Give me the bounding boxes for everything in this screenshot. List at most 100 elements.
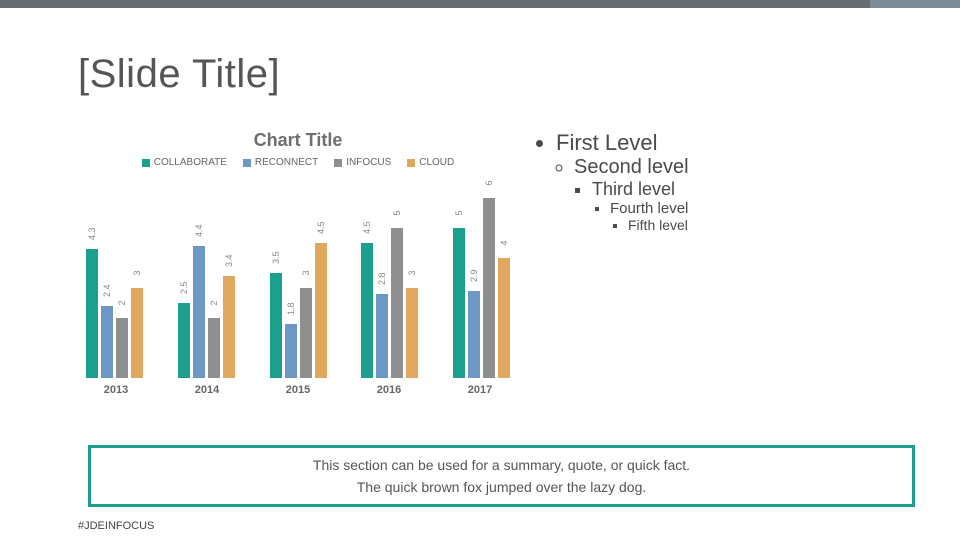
bar-wrap: 4.3	[86, 229, 98, 378]
summary-line: The quick brown fox jumped over the lazy…	[357, 476, 647, 498]
bar-value-label: 4.4	[194, 225, 204, 237]
bar-value-label: 2	[117, 297, 127, 309]
bar	[131, 288, 143, 378]
bar-value-label: 6	[484, 177, 494, 189]
bar	[391, 228, 403, 378]
bar	[453, 228, 465, 378]
bar-group: 2.5 4.4 2 3.4	[178, 226, 235, 378]
bullet-text: First Level	[556, 130, 657, 155]
top-accent-bar	[0, 0, 960, 8]
bar-group: 3.5 1.8 3 4.5	[270, 223, 327, 378]
summary-line: This section can be used for a summary, …	[313, 454, 690, 476]
bar-value-label: 2.4	[102, 285, 112, 297]
bar	[223, 276, 235, 378]
xaxis-tick: 2016	[359, 384, 419, 396]
bullet-text: Third level	[592, 179, 675, 199]
bar-value-label: 2.8	[377, 273, 387, 285]
bar	[270, 273, 282, 378]
bar-value-label: 4	[499, 237, 509, 249]
bar-wrap: 2.9	[468, 271, 480, 378]
xaxis-tick: 2017	[450, 384, 510, 396]
bar	[498, 258, 510, 378]
bullet-text: Fifth level	[628, 217, 688, 233]
legend-label: CLOUD	[419, 157, 454, 168]
bullet-level-1: First Level Second level Third level Fou…	[556, 130, 882, 233]
bullet-text: Fourth level	[610, 200, 688, 217]
bar	[468, 291, 480, 378]
bar-group: 5 2.9 6 4	[453, 178, 510, 378]
bar	[116, 318, 128, 378]
chart-panel: Chart Title COLLABORATERECONNECTINFOCUSC…	[78, 130, 518, 430]
slide-title: [Slide Title]	[78, 52, 280, 97]
bar-wrap: 2.5	[178, 283, 190, 378]
bar-wrap: 4.5	[361, 223, 373, 378]
bar-value-label: 3	[301, 267, 311, 279]
bar-value-label: 3	[132, 267, 142, 279]
legend-swatch	[243, 159, 251, 167]
legend-item: RECONNECT	[243, 157, 318, 168]
hashtag: #JDEINFOCUS	[78, 520, 154, 532]
bar-wrap: 3.4	[223, 256, 235, 378]
bar	[285, 324, 297, 378]
bar-wrap: 3	[406, 268, 418, 378]
legend-label: INFOCUS	[346, 157, 391, 168]
chart-title: Chart Title	[78, 130, 518, 151]
legend-swatch	[407, 159, 415, 167]
summary-box: This section can be used for a summary, …	[88, 445, 915, 507]
content-area: Chart Title COLLABORATERECONNECTINFOCUSC…	[78, 130, 882, 430]
chart-legend: COLLABORATE RECONNECT INFOCUS CLOUD	[78, 157, 518, 168]
bar-value-label: 2	[209, 297, 219, 309]
xaxis-tick: 2015	[268, 384, 328, 396]
bar-wrap: 1.8	[285, 304, 297, 378]
bullet-level-3: Third level Fourth level Fifth level	[592, 179, 882, 233]
bar	[483, 198, 495, 378]
bar-wrap: 5	[453, 208, 465, 378]
bar	[208, 318, 220, 378]
top-accent-corner	[870, 0, 960, 8]
bar-value-label: 4.3	[87, 228, 97, 240]
chart-xaxis: 2013 2014 2015 2016 2017	[78, 378, 518, 396]
bar	[300, 288, 312, 378]
legend-item: CLOUD	[407, 157, 454, 168]
slide: [Slide Title] Chart Title COLLABORATE REC…	[0, 0, 960, 540]
legend-item: INFOCUS	[334, 157, 391, 168]
bullet-level-5: Fifth level	[628, 217, 882, 233]
bar-group: 4.5 2.8 53	[361, 208, 418, 378]
bar-value-label: 3	[407, 267, 417, 279]
bar-value-label: 3.4	[224, 255, 234, 267]
bar-wrap: 2.4	[101, 286, 113, 378]
text-panel: First Level Second level Third level Fou…	[538, 130, 882, 430]
bar-value-label: 2.5	[179, 282, 189, 294]
bar-wrap: 4.5	[315, 223, 327, 378]
xaxis-tick: 2014	[177, 384, 237, 396]
bar	[86, 249, 98, 378]
legend-label: RECONNECT	[255, 157, 318, 168]
bar	[406, 288, 418, 378]
legend-label: COLLABORATE	[154, 157, 227, 168]
bar-wrap: 2.8	[376, 274, 388, 378]
bar	[376, 294, 388, 378]
bar-value-label: 4.5	[362, 222, 372, 234]
bar-value-label: 5	[454, 207, 464, 219]
bar-wrap: 6	[483, 178, 495, 378]
bullet-level-4: Fourth level Fifth level	[610, 200, 882, 233]
bar-wrap: 5	[391, 208, 403, 378]
bar	[101, 306, 113, 378]
bar-value-label: 4.5	[316, 222, 326, 234]
bar-wrap: 4	[498, 238, 510, 378]
chart-bars: 4.32.4232.54.423.43.51.834.54.52.85352.9…	[78, 178, 518, 378]
bar	[193, 246, 205, 378]
bullet-level-2: Second level Third level Fourth level Fi…	[574, 156, 882, 233]
bullet-text: Second level	[574, 156, 689, 178]
bar-wrap: 4.4	[193, 226, 205, 378]
bar	[361, 243, 373, 378]
legend-swatch	[334, 159, 342, 167]
bar-value-label: 3.5	[271, 252, 281, 264]
bar	[315, 243, 327, 378]
bar-wrap: 3.5	[270, 253, 282, 378]
legend-item: COLLABORATE	[142, 157, 227, 168]
bar-wrap: 3	[300, 268, 312, 378]
legend-swatch	[142, 159, 150, 167]
bar-group: 4.3 2.4 2 3	[86, 229, 143, 378]
xaxis-tick: 2013	[86, 384, 146, 396]
